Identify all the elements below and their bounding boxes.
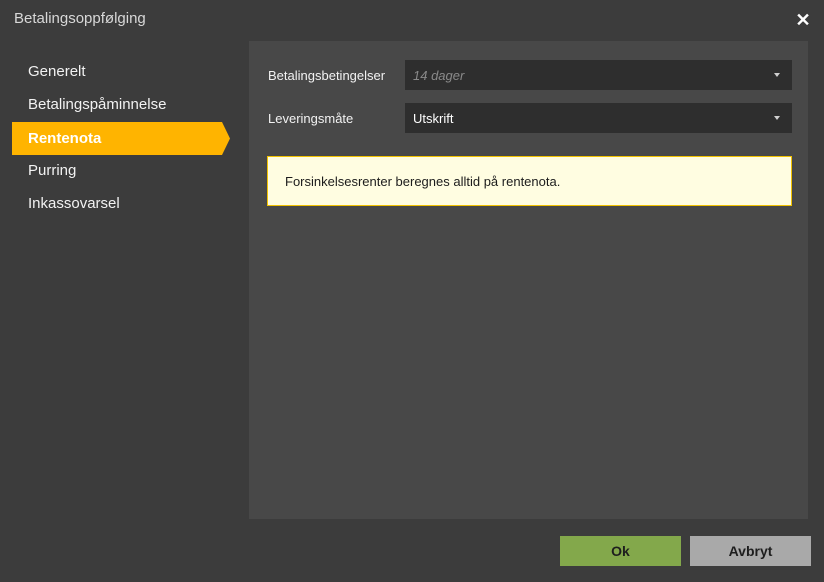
sidebar-item-generelt[interactable]: Generelt bbox=[28, 63, 86, 80]
info-notice-text: Forsinkelsesrenter beregnes alltid på re… bbox=[285, 174, 561, 189]
delivery-method-value: Utskrift bbox=[413, 111, 454, 126]
payment-followup-dialog: Betalingsoppfølging ✕ Generelt Betalings… bbox=[0, 0, 824, 582]
chevron-down-icon bbox=[774, 73, 780, 77]
ok-button[interactable]: Ok bbox=[560, 536, 681, 566]
sidebar-item-betalingspaminnelse[interactable]: Betalingspåminnelse bbox=[28, 96, 166, 113]
info-notice: Forsinkelsesrenter beregnes alltid på re… bbox=[267, 156, 792, 206]
payment-terms-label: Betalingsbetingelser bbox=[268, 68, 386, 83]
dialog-title: Betalingsoppfølging bbox=[14, 10, 146, 27]
close-icon[interactable]: ✕ bbox=[794, 11, 812, 29]
sidebar-item-inkassovarsel[interactable]: Inkassovarsel bbox=[28, 195, 120, 212]
delivery-method-label: Leveringsmåte bbox=[268, 111, 354, 126]
sidebar-item-rentenota[interactable]: Rentenota bbox=[12, 122, 230, 155]
delivery-method-select[interactable]: Utskrift bbox=[405, 103, 792, 133]
sidebar: Generelt Betalingspåminnelse Rentenota P… bbox=[0, 41, 248, 519]
sidebar-item-label: Rentenota bbox=[28, 130, 102, 147]
payment-terms-value: 14 dager bbox=[413, 68, 465, 83]
cancel-button[interactable]: Avbryt bbox=[690, 536, 811, 566]
settings-panel: Betalingsbetingelser 14 dager Leveringsm… bbox=[249, 41, 808, 519]
chevron-down-icon[interactable] bbox=[774, 116, 780, 120]
sidebar-item-purring[interactable]: Purring bbox=[28, 162, 76, 179]
titlebar: Betalingsoppfølging ✕ bbox=[0, 0, 824, 40]
payment-terms-select: 14 dager bbox=[405, 60, 792, 90]
